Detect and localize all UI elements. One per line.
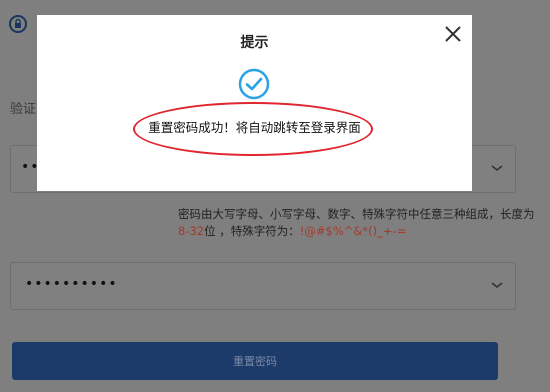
hint-mid: 位 ，特殊字符为：: [204, 224, 300, 238]
chevron-down-icon[interactable]: [489, 160, 505, 176]
success-dialog: 提示 重置密码成功！将自动跳转至登录界面: [37, 15, 472, 191]
chevron-down-icon[interactable]: [489, 277, 505, 293]
confirm-password-masked-value: ••••••••••: [25, 276, 118, 292]
lock-icon: [9, 15, 27, 33]
reset-password-button[interactable]: 重置密码: [12, 342, 498, 380]
hint-prefix: 密码由大写字母、小写字母、数字、特殊字符中任意三种组成，长度为: [178, 207, 535, 221]
password-rule-hint: 密码由大写字母、小写字母、数字、特殊字符中任意三种组成，长度为 8-32位 ，特…: [178, 206, 540, 240]
dialog-title: 提示: [240, 35, 269, 51]
verify-field-label: 验证: [10, 102, 37, 117]
hint-special-chars: !@#$%^&*()_+-=: [299, 224, 407, 238]
close-icon[interactable]: [444, 25, 462, 43]
confirm-password-input[interactable]: ••••••••••: [10, 262, 516, 310]
hint-length: 8-32: [178, 224, 205, 238]
annotation-ellipse: [133, 102, 373, 156]
check-circle-icon: [238, 68, 270, 100]
